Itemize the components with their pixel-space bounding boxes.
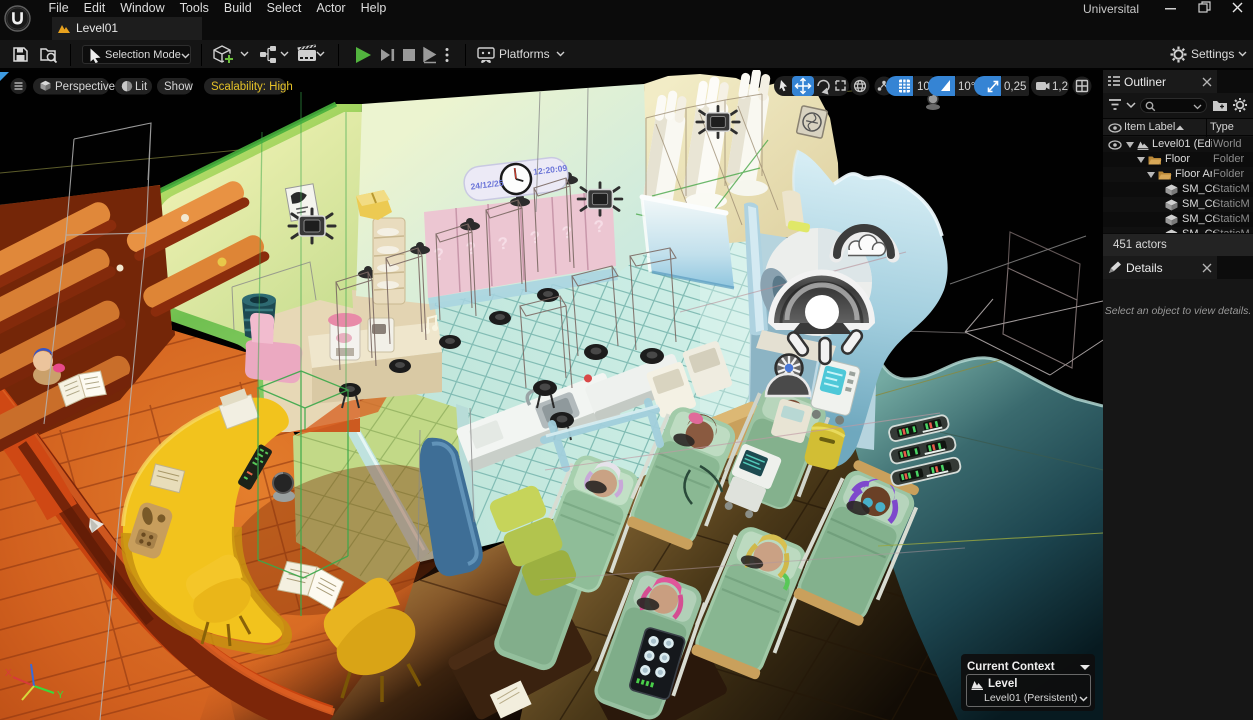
svg-text:10°: 10°: [958, 81, 975, 93]
svg-text:Y: Y: [57, 690, 64, 701]
svg-text:Scalability: High: Scalability: High: [211, 81, 293, 93]
svg-text:Perspective: Perspective: [55, 81, 115, 93]
svg-text:1,2: 1,2: [1052, 81, 1068, 93]
svg-text:0,25: 0,25: [1004, 81, 1026, 93]
svg-text:X: X: [5, 668, 12, 679]
svg-text:10: 10: [917, 81, 930, 93]
svg-text:Show: Show: [164, 81, 193, 93]
svg-text:Lit: Lit: [135, 81, 148, 93]
